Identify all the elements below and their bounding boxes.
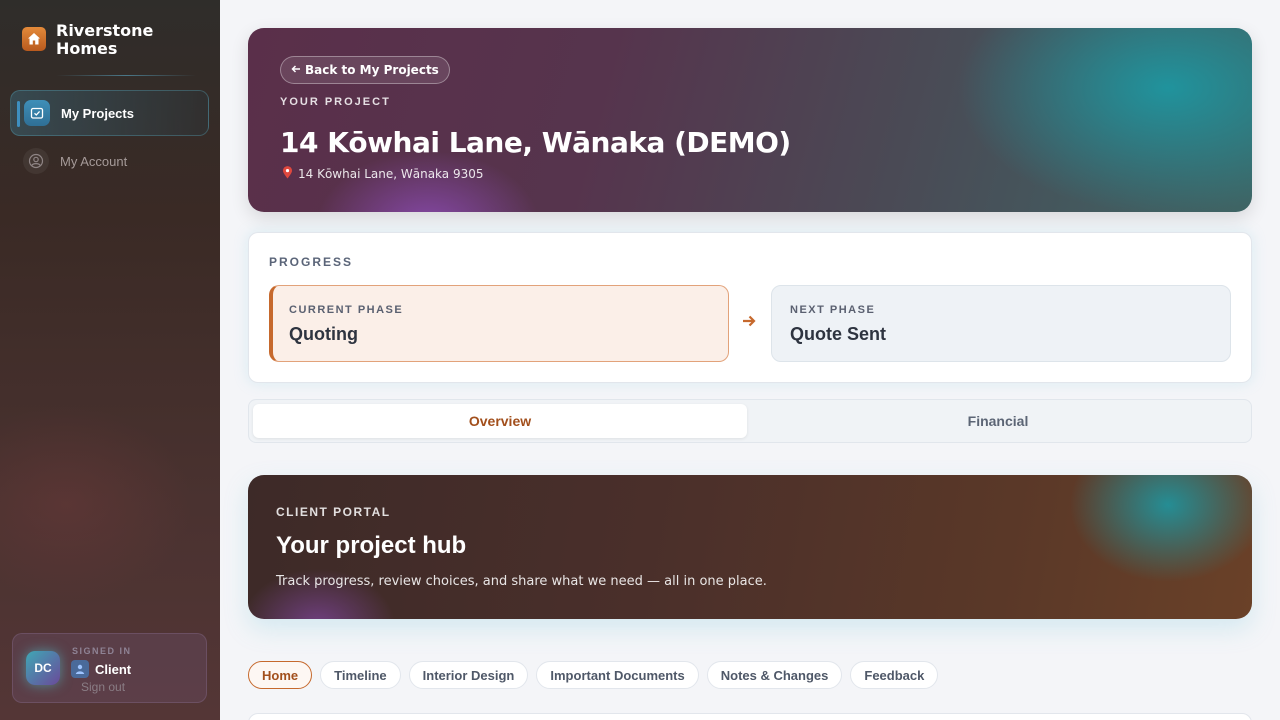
client-portal-banner: CLIENT PORTAL Your project hub Track pro… bbox=[248, 475, 1252, 619]
sidebar-item-my-projects[interactable]: My Projects bbox=[10, 90, 209, 136]
pill-important-documents[interactable]: Important Documents bbox=[536, 661, 699, 689]
address-text: 14 Kōwhai Lane, Wānaka 9305 bbox=[298, 167, 484, 181]
progress-card: PROGRESS CURRENT PHASE Quoting NEXT PHAS… bbox=[248, 232, 1252, 383]
pill-notes-changes[interactable]: Notes & Changes bbox=[706, 661, 843, 689]
role-label: Client bbox=[95, 661, 132, 677]
project-address: 14 Kōwhai Lane, Wānaka 9305 bbox=[282, 166, 484, 182]
hero-eyebrow: YOUR PROJECT bbox=[280, 96, 391, 108]
portal-title: Your project hub bbox=[276, 532, 467, 559]
progress-heading: PROGRESS bbox=[269, 255, 354, 269]
back-to-projects-button[interactable]: Back to My Projects bbox=[280, 56, 450, 84]
brand-divider bbox=[56, 75, 196, 76]
current-phase-label: CURRENT PHASE bbox=[289, 304, 404, 316]
next-phase-value: Quote Sent bbox=[790, 324, 887, 344]
brand[interactable]: Riverstone Homes bbox=[22, 22, 176, 58]
current-phase-card: CURRENT PHASE Quoting bbox=[269, 285, 729, 362]
signed-in-label: SIGNED IN bbox=[72, 646, 132, 656]
sidebar-item-label: My Projects bbox=[61, 105, 134, 121]
tab-overview[interactable]: Overview bbox=[253, 404, 747, 438]
project-title: 14 Kōwhai Lane, Wānaka (DEMO) bbox=[280, 126, 791, 159]
view-tabs: Overview Financial bbox=[248, 399, 1252, 443]
back-button-label: Back to My Projects bbox=[305, 63, 439, 77]
current-phase-value: Quoting bbox=[289, 324, 358, 344]
next-phase-card: NEXT PHASE Quote Sent bbox=[771, 285, 1231, 362]
project-hero: Back to My Projects YOUR PROJECT 14 Kōwh… bbox=[248, 28, 1252, 212]
pill-feedback[interactable]: Feedback bbox=[850, 661, 939, 689]
arrow-right-icon bbox=[741, 313, 757, 334]
person-icon bbox=[71, 660, 89, 678]
user-role: Client bbox=[71, 660, 131, 678]
pill-interior-design[interactable]: Interior Design bbox=[408, 661, 529, 689]
portal-description: Track progress, review choices, and shar… bbox=[276, 574, 767, 589]
next-phase-label: NEXT PHASE bbox=[790, 304, 876, 316]
folder-check-icon bbox=[24, 100, 50, 126]
sidebar: Riverstone Homes My Projects My Account … bbox=[0, 0, 220, 720]
brand-name: Riverstone Homes bbox=[56, 21, 154, 58]
section-pills: Home Timeline Interior Design Important … bbox=[248, 661, 939, 689]
arrow-left-icon bbox=[291, 63, 301, 77]
sidebar-item-my-account[interactable]: My Account bbox=[10, 138, 209, 184]
user-circle-icon bbox=[23, 148, 49, 174]
content-card bbox=[248, 713, 1252, 720]
tab-financial[interactable]: Financial bbox=[751, 404, 1245, 438]
pill-home[interactable]: Home bbox=[248, 661, 313, 689]
map-pin-icon bbox=[282, 166, 293, 182]
sidebar-item-label: My Account bbox=[60, 153, 128, 169]
house-logo-icon bbox=[22, 27, 46, 51]
avatar[interactable]: DC bbox=[26, 651, 60, 685]
portal-eyebrow: CLIENT PORTAL bbox=[276, 505, 391, 519]
pill-timeline[interactable]: Timeline bbox=[320, 661, 401, 689]
sign-out-link[interactable]: Sign out bbox=[81, 680, 125, 694]
user-card: DC SIGNED IN Client Sign out bbox=[12, 633, 207, 703]
